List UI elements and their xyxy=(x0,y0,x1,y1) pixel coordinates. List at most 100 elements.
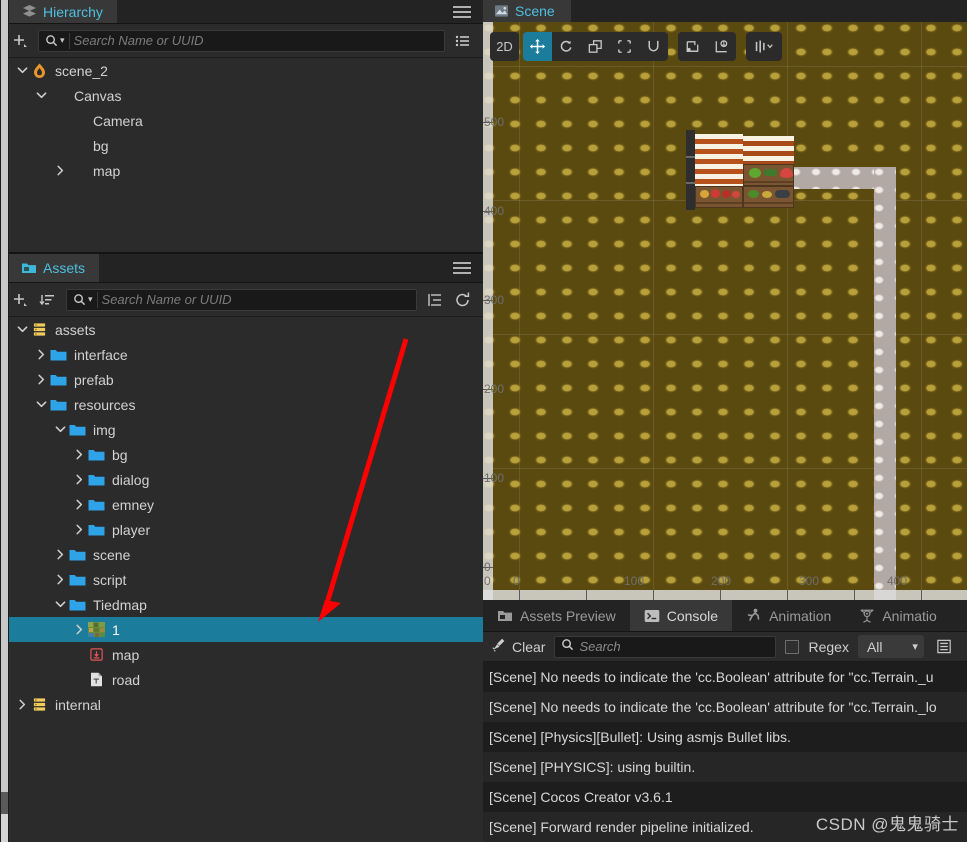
ruler-label: 0 xyxy=(484,560,491,574)
scrollbar-track[interactable] xyxy=(1,792,8,814)
tree-row[interactable]: script xyxy=(0,567,483,592)
tab-animatio[interactable]: Animatio xyxy=(845,600,950,631)
assets-menu-icon[interactable] xyxy=(441,254,483,282)
console-log-row[interactable]: [Scene] Forward render pipeline initiali… xyxy=(483,812,967,842)
scene-icon xyxy=(493,3,509,19)
gizmo-options-button[interactable] xyxy=(746,32,782,61)
move-tool-button[interactable] xyxy=(523,32,552,61)
scale-tool-button[interactable] xyxy=(581,32,610,61)
tree-arrow-expanded-icon[interactable] xyxy=(14,63,30,79)
search-dropdown-caret-icon[interactable]: ▾ xyxy=(88,294,93,305)
log-level-filter-select[interactable]: All ▾ xyxy=(857,635,924,658)
console-log-list[interactable]: [Scene] No needs to indicate the 'cc.Boo… xyxy=(483,662,967,842)
tree-row[interactable]: assets xyxy=(0,317,483,342)
search-divider xyxy=(96,291,98,308)
console-log-row[interactable]: [Scene] [Physics][Bullet]: Using asmjs B… xyxy=(483,722,967,752)
tree-arrow-collapsed-icon[interactable] xyxy=(71,497,87,513)
tree-row[interactable]: 1 xyxy=(0,617,483,642)
tree-arrow-collapsed-icon[interactable] xyxy=(52,547,68,563)
scrollbar-thumb-lower[interactable] xyxy=(1,814,8,842)
console-log-text: [Scene] No needs to indicate the 'cc.Boo… xyxy=(489,669,934,685)
tree-row[interactable]: bg xyxy=(0,133,483,158)
scrollbar-thumb[interactable] xyxy=(1,0,8,792)
rect-transform-button[interactable] xyxy=(610,32,639,61)
folder-icon xyxy=(68,597,86,613)
sort-icon[interactable] xyxy=(38,290,58,310)
tree-row[interactable]: Tiedmap xyxy=(0,592,483,617)
assets-search-box[interactable]: ▾ xyxy=(66,288,417,311)
add-node-icon[interactable] xyxy=(10,31,30,51)
tree-row[interactable]: road xyxy=(0,667,483,692)
tree-row[interactable]: map xyxy=(0,642,483,667)
tree-row[interactable]: scene_2 xyxy=(0,58,483,83)
console-log-row[interactable]: [Scene] [PHYSICS]: using builtin. xyxy=(483,752,967,782)
regex-checkbox[interactable] xyxy=(785,639,800,654)
tree-row[interactable]: bg xyxy=(0,442,483,467)
tree-arrow-expanded-icon[interactable] xyxy=(33,88,49,104)
toggle-2d-3d-button[interactable]: 2D xyxy=(490,32,519,61)
hierarchy-search-input[interactable] xyxy=(73,33,438,48)
list-options-icon[interactable] xyxy=(453,31,473,51)
tree-arrow-expanded-icon[interactable] xyxy=(33,397,49,413)
tree-arrow-collapsed-icon[interactable] xyxy=(14,697,30,713)
tree-arrow-collapsed-icon[interactable] xyxy=(71,522,87,538)
magnet-snap-button[interactable] xyxy=(639,32,668,61)
search-dropdown-caret-icon[interactable]: ▾ xyxy=(60,35,65,46)
tree-row[interactable]: interface xyxy=(0,342,483,367)
tree-row[interactable]: player xyxy=(0,517,483,542)
tab-console[interactable]: Console xyxy=(629,600,733,631)
tree-arrow-collapsed-icon[interactable] xyxy=(33,372,49,388)
tree-arrow-expanded-icon[interactable] xyxy=(14,322,30,338)
hierarchy-tree[interactable]: scene_2 Canvas Camera bg map xyxy=(0,58,483,254)
tree-row[interactable]: Camera xyxy=(0,108,483,133)
tree-arrow-collapsed-icon[interactable] xyxy=(71,447,87,463)
tab-assets-preview[interactable]: Assets Preview xyxy=(483,600,630,631)
coordinate-toggle-button[interactable] xyxy=(707,32,736,61)
console-search-box[interactable] xyxy=(554,635,777,658)
list-options-icon[interactable] xyxy=(935,637,955,657)
assets-toolbar: ▾ xyxy=(0,283,483,317)
tree-row[interactable]: internal xyxy=(0,692,483,717)
clear-console-button[interactable]: Clear xyxy=(491,637,545,656)
tree-row[interactable]: resources xyxy=(0,392,483,417)
tree-row[interactable]: Canvas xyxy=(0,83,483,108)
tab-scene[interactable]: Scene xyxy=(483,0,571,22)
assets-tree[interactable]: assets interface prefab resources img bg dialo… xyxy=(0,317,483,842)
tree-row-label: scene xyxy=(93,546,131,563)
assets-search-input[interactable] xyxy=(101,292,410,307)
add-asset-icon[interactable] xyxy=(10,290,30,310)
left-dock-scrollbar[interactable] xyxy=(0,0,9,842)
tree-arrow-collapsed-icon[interactable] xyxy=(33,347,49,363)
pivot-toggle-button[interactable] xyxy=(678,32,707,61)
tree-row[interactable]: map xyxy=(0,158,483,183)
tree-arrow-expanded-icon[interactable] xyxy=(52,597,68,613)
rotate-tool-button[interactable] xyxy=(552,32,581,61)
hierarchy-search-box[interactable]: ▾ xyxy=(38,29,445,52)
tab-animation[interactable]: Animation xyxy=(732,600,845,631)
rect-icon xyxy=(618,40,631,53)
tree-row[interactable]: prefab xyxy=(0,367,483,392)
tree-arrow-collapsed-icon[interactable] xyxy=(71,472,87,488)
tree-row[interactable]: dialog xyxy=(0,467,483,492)
console-log-row[interactable]: [Scene] Cocos Creator v3.6.1 xyxy=(483,782,967,812)
hierarchy-menu-icon[interactable] xyxy=(441,0,483,23)
tree-arrow-collapsed-icon[interactable] xyxy=(52,572,68,588)
ruler-label: 100 xyxy=(484,471,505,485)
tree-row[interactable]: emney xyxy=(0,492,483,517)
console-log-row[interactable]: [Scene] No needs to indicate the 'cc.Boo… xyxy=(483,692,967,722)
tree-row[interactable]: scene xyxy=(0,542,483,567)
tree-row[interactable]: img xyxy=(0,417,483,442)
console-log-row[interactable]: [Scene] No needs to indicate the 'cc.Boo… xyxy=(483,662,967,692)
grid-line xyxy=(519,22,520,600)
tree-arrow-collapsed-icon[interactable] xyxy=(71,622,87,638)
ruler-label: 400 xyxy=(484,204,505,218)
database-icon xyxy=(30,322,48,338)
tab-hierarchy[interactable]: Hierarchy xyxy=(9,0,117,23)
collapse-all-icon[interactable] xyxy=(425,290,445,310)
console-search-input[interactable] xyxy=(579,639,770,654)
tree-arrow-expanded-icon[interactable] xyxy=(52,422,68,438)
scene-viewport[interactable]: 500 400 300 200 100 0 0 100 200 300 400 … xyxy=(483,22,967,600)
tab-assets[interactable]: Assets xyxy=(9,254,100,282)
refresh-icon[interactable] xyxy=(453,290,473,310)
tree-arrow-collapsed-icon[interactable] xyxy=(52,163,68,179)
